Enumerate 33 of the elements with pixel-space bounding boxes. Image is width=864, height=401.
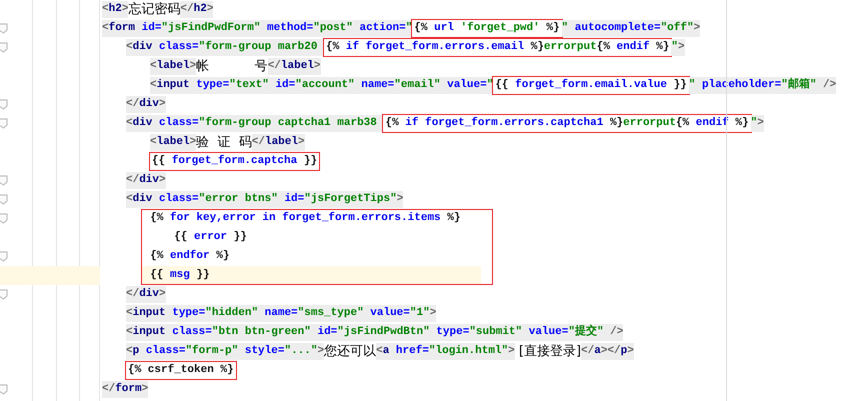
code-line: </div> xyxy=(126,172,166,189)
fold-icon[interactable] xyxy=(0,42,8,53)
fold-icon[interactable] xyxy=(0,384,8,395)
code-text: " placeholder="邮箱" /> xyxy=(688,77,836,94)
fold-icon[interactable] xyxy=(0,175,8,186)
code-line: <input type="hidden" name="sms_type" value="1"> xyxy=(126,305,436,322)
code-text: " autocomplete="off"> xyxy=(562,20,700,37)
code-line: <h2>忘记密码</h2> xyxy=(102,1,214,18)
code-line: <div class="error btns" id="jsForgetTips"> xyxy=(126,191,404,208)
code-line: {% for key,error in forget_form.errors.items %} xyxy=(150,210,460,226)
code-line: </form> xyxy=(102,381,148,398)
code-text: <div class="form-group marb20 xyxy=(126,39,324,56)
fold-icon[interactable] xyxy=(0,23,8,34)
fold-icon[interactable] xyxy=(0,99,8,110)
fold-icon[interactable] xyxy=(0,289,8,300)
code-line: <label>验 证 码</label> xyxy=(150,134,305,151)
code-line: <p class="form-p" style="...">您还可以<a href="login.html"> [直接登录]</a></p> xyxy=(126,343,634,360)
fold-icon[interactable] xyxy=(0,251,8,262)
fold-icon[interactable] xyxy=(0,118,8,129)
code-line: {{ msg }} xyxy=(150,268,210,283)
code-text: <form id="jsFindPwdForm" method="post" action=" xyxy=(102,20,412,37)
code-text: "> xyxy=(671,39,685,56)
fold-icon[interactable] xyxy=(0,213,8,224)
code-line: {% endfor %} xyxy=(150,248,230,264)
code-line: </div> xyxy=(126,96,166,113)
code-text: <input type="text" id="account" name="email" value=" xyxy=(150,77,494,94)
code-text: <div class="form-group captcha1 marb38 xyxy=(126,115,384,132)
code-line: {{ error }} xyxy=(174,230,247,245)
code-line: </div> xyxy=(126,286,166,303)
fold-icon[interactable] xyxy=(0,194,8,205)
code-text: "> xyxy=(750,115,764,132)
code-line: <input class="btn btn-green" id="jsFindPwdBtn" type="submit" value="提交" /> xyxy=(126,324,624,341)
code-line: <label>帐 号</label> xyxy=(150,58,321,75)
